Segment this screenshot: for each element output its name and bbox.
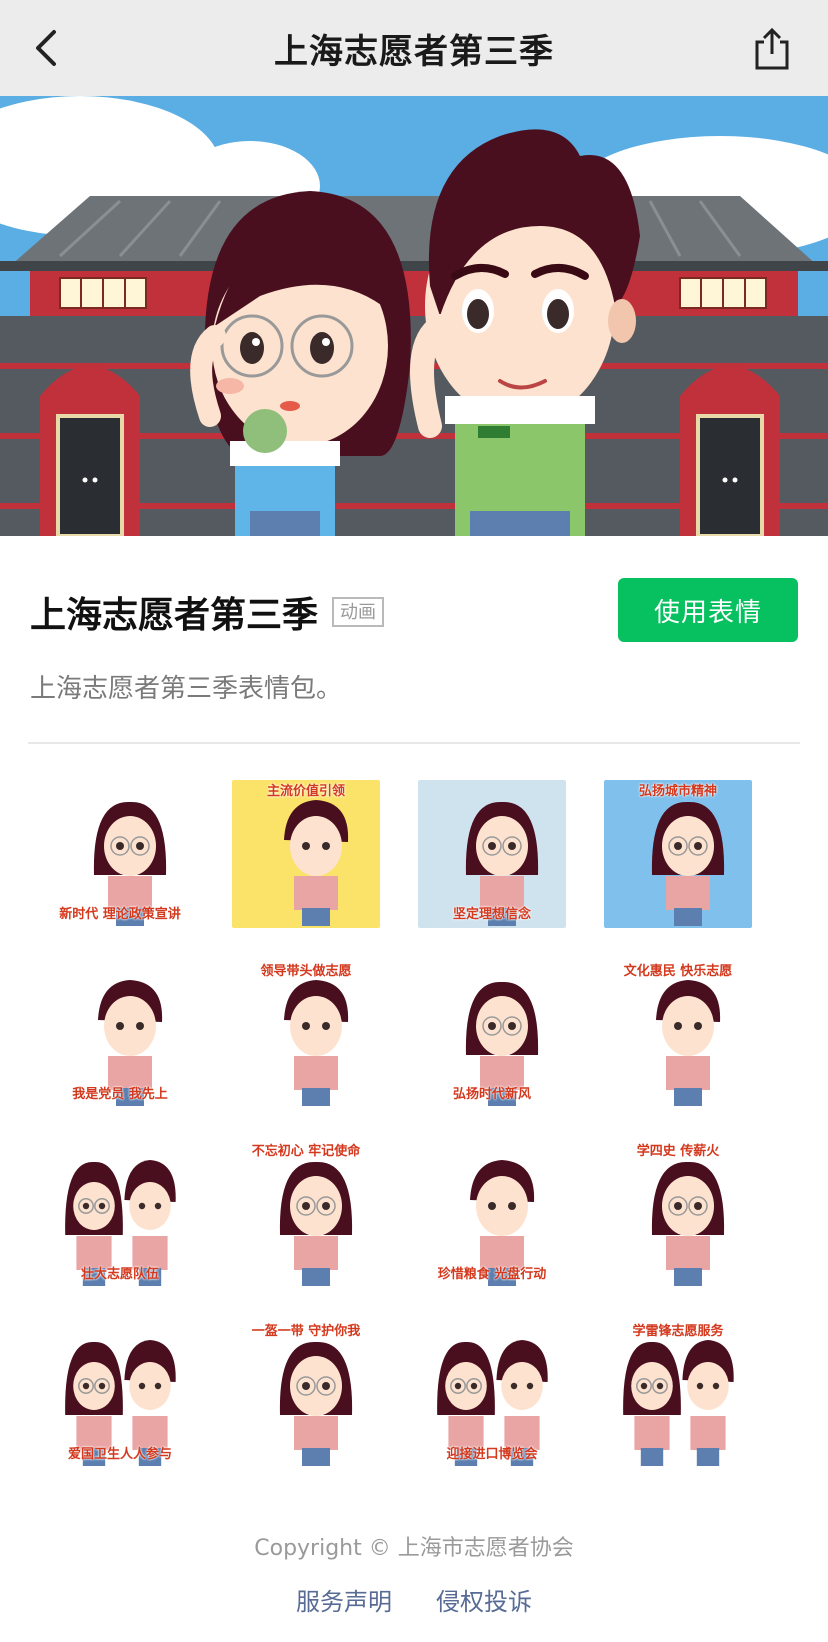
sticker-caption: 弘扬时代新风 bbox=[452, 1087, 531, 1102]
sticker-caption: 主流价值引领 bbox=[266, 784, 345, 799]
sticker-caption: 坚定理想信念 bbox=[452, 907, 531, 922]
share-icon bbox=[755, 27, 789, 70]
sticker-caption: 新时代 理论政策宣讲 bbox=[59, 907, 181, 922]
sticker-item[interactable]: 主流价值引领 bbox=[232, 780, 380, 928]
navigation-bar: 上海志愿者第三季 bbox=[0, 0, 828, 96]
pack-description: 上海志愿者第三季表情包。 bbox=[30, 674, 343, 704]
sticker-image bbox=[65, 1340, 176, 1466]
sticker-item[interactable]: 我是党员 我先上 bbox=[46, 960, 194, 1108]
sticker-image bbox=[623, 1340, 734, 1466]
footer: Copyright © 上海市志愿者协会 服务声明 侵权投诉 bbox=[0, 1530, 828, 1617]
sticker-item[interactable]: 珍惜粮食 光盘行动 bbox=[418, 1140, 566, 1288]
banner-illustration bbox=[0, 96, 828, 536]
share-button[interactable] bbox=[752, 26, 792, 72]
sticker-item[interactable]: 新时代 理论政策宣讲 bbox=[46, 780, 194, 928]
sticker-image bbox=[465, 801, 539, 926]
sticker-item[interactable]: 坚定理想信念 bbox=[418, 780, 566, 928]
page-title: 上海志愿者第三季 bbox=[274, 31, 554, 72]
sticker-image bbox=[437, 1340, 548, 1466]
sticker-caption: 领导带头做志愿 bbox=[260, 964, 352, 979]
sticker-caption: 珍惜粮食 光盘行动 bbox=[437, 1267, 547, 1282]
sticker-caption: 不忘初心 牢记使命 bbox=[251, 1144, 361, 1159]
sticker-image bbox=[93, 801, 167, 926]
sticker-image bbox=[279, 1161, 353, 1286]
sticker-image bbox=[470, 1160, 535, 1286]
sticker-caption: 学雷锋志愿服务 bbox=[632, 1324, 724, 1339]
chevron-left-icon bbox=[36, 30, 56, 66]
sticker-pack-banner bbox=[0, 96, 828, 536]
sticker-image bbox=[284, 980, 349, 1106]
sticker-item[interactable]: 不忘初心 牢记使命 bbox=[232, 1140, 380, 1288]
sticker-caption: 我是党员 我先上 bbox=[72, 1087, 168, 1102]
sticker-caption: 爱国卫生人人参与 bbox=[67, 1447, 172, 1462]
use-sticker-button[interactable]: 使用表情 bbox=[618, 578, 798, 642]
divider bbox=[28, 742, 800, 744]
sticker-caption: 一盔一带 守护你我 bbox=[251, 1324, 361, 1339]
sticker-item[interactable]: 学雷锋志愿服务 bbox=[604, 1320, 752, 1468]
sticker-image bbox=[465, 981, 539, 1106]
sticker-item[interactable]: 迎接进口博览会 bbox=[418, 1320, 566, 1468]
sticker-item[interactable]: 爱国卫生人人参与 bbox=[46, 1320, 194, 1468]
sticker-pack-info: 上海志愿者第三季 动画 使用表情 上海志愿者第三季表情包。 bbox=[0, 536, 828, 746]
sticker-image bbox=[65, 1160, 176, 1286]
sticker-image bbox=[279, 1341, 353, 1466]
sticker-caption: 壮大志愿队伍 bbox=[80, 1267, 159, 1282]
footer-links: 服务声明 侵权投诉 bbox=[0, 1582, 828, 1617]
sticker-image bbox=[98, 980, 163, 1106]
sticker-grid: 新时代 理论政策宣讲 主流价值引领坚定理想信念 弘扬城市精神我是党员 我先上 领导带头… bbox=[46, 780, 782, 1468]
infringement-complaint-link[interactable]: 侵权投诉 bbox=[436, 1582, 532, 1617]
sticker-image bbox=[651, 1161, 725, 1286]
sticker-item[interactable]: 领导带头做志愿 bbox=[232, 960, 380, 1108]
pack-title-row: 上海志愿者第三季 动画 bbox=[30, 586, 385, 638]
back-button[interactable] bbox=[28, 26, 64, 70]
sticker-item[interactable]: 文化惠民 快乐志愿 bbox=[604, 960, 752, 1108]
sticker-item[interactable]: 弘扬时代新风 bbox=[418, 960, 566, 1108]
sticker-item[interactable]: 弘扬城市精神 bbox=[604, 780, 752, 928]
sticker-caption: 学四史 传薪火 bbox=[636, 1144, 720, 1159]
sticker-image bbox=[656, 980, 721, 1106]
service-statement-link[interactable]: 服务声明 bbox=[296, 1582, 392, 1617]
sticker-caption: 文化惠民 快乐志愿 bbox=[623, 964, 733, 979]
pack-title: 上海志愿者第三季 bbox=[30, 595, 319, 636]
sticker-item[interactable]: 壮大志愿队伍 bbox=[46, 1140, 194, 1288]
sticker-caption: 弘扬城市精神 bbox=[638, 784, 717, 799]
animated-badge: 动画 bbox=[332, 597, 385, 627]
copyright-text: Copyright © 上海市志愿者协会 bbox=[254, 1536, 574, 1561]
sticker-image bbox=[284, 800, 349, 926]
sticker-item[interactable]: 学四史 传薪火 bbox=[604, 1140, 752, 1288]
sticker-item[interactable]: 一盔一带 守护你我 bbox=[232, 1320, 380, 1468]
sticker-image bbox=[651, 801, 725, 926]
sticker-caption: 迎接进口博览会 bbox=[446, 1447, 538, 1462]
